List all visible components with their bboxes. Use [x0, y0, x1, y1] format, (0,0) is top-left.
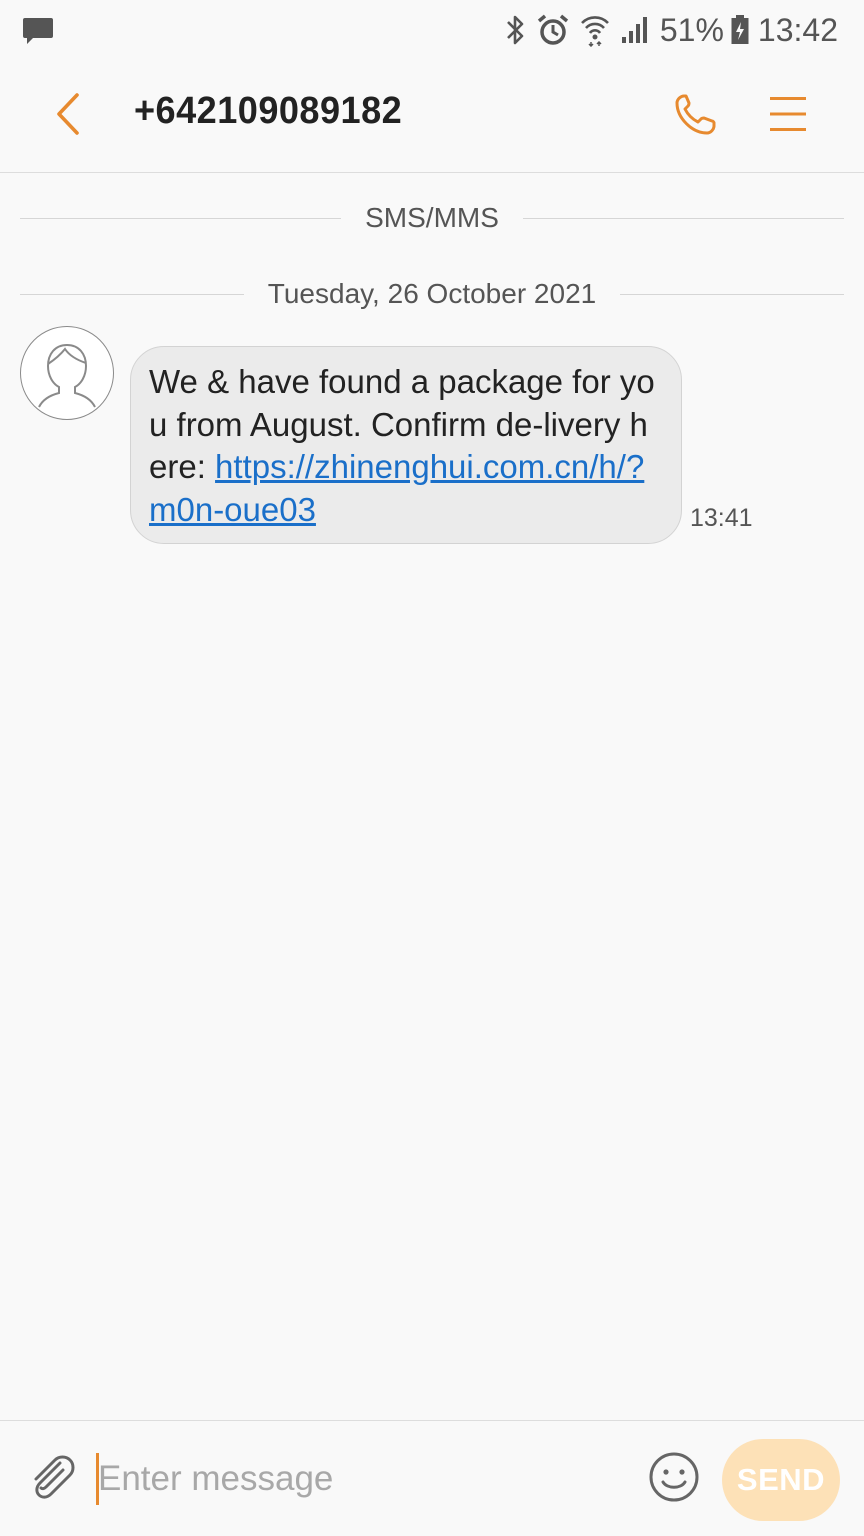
message-bubble[interactable]: We & have found a package for you from A…: [130, 346, 682, 544]
emoji-button[interactable]: [646, 1451, 702, 1507]
message-link[interactable]: https://zhinenghui.com.cn/h/?m0n-oue03: [149, 448, 644, 528]
text-cursor: [96, 1453, 99, 1505]
status-icons: 51% 13:42: [494, 10, 838, 50]
chevron-left-icon: [53, 92, 83, 141]
divider-line-left: [20, 217, 342, 219]
battery-charging-icon: [730, 14, 750, 46]
status-clock: 13:42: [757, 11, 838, 48]
attach-button[interactable]: [22, 1449, 82, 1509]
divider-line-right: [522, 217, 844, 219]
composer-bar: SEND: [0, 1420, 864, 1536]
divider-line-left: [20, 293, 244, 295]
message-notification-icon: [22, 16, 54, 51]
status-bar: 51% 13:42: [0, 0, 864, 60]
wifi-icon: [580, 13, 610, 47]
conversation-header: +642109089182: [0, 60, 864, 173]
date-divider: Tuesday, 26 October 2021: [20, 272, 844, 316]
date-label: Tuesday, 26 October 2021: [267, 278, 597, 309]
paperclip-icon: [26, 1451, 78, 1508]
alarm-icon: [536, 13, 570, 47]
message-input[interactable]: [96, 1451, 628, 1507]
contact-title: +642109089182: [134, 90, 403, 132]
battery-percent: 51%: [659, 11, 724, 48]
more-menu-button[interactable]: [760, 88, 816, 144]
back-button[interactable]: [40, 88, 96, 144]
phone-icon: [672, 90, 720, 143]
signal-icon: [620, 15, 650, 45]
message-timestamp: 13:41: [690, 504, 753, 532]
channel-divider: SMS/MMS: [20, 196, 844, 240]
default-contact-avatar-icon: [21, 344, 113, 419]
divider-line-right: [620, 293, 844, 295]
call-button[interactable]: [668, 88, 724, 144]
channel-label: SMS/MMS: [365, 202, 499, 233]
send-button[interactable]: SEND: [722, 1439, 840, 1521]
messaging-screen: 51% 13:42 +642109089182 SMS/MMS Tuesday,…: [0, 0, 864, 1536]
contact-avatar[interactable]: [20, 326, 114, 420]
message-text: We & have found a package for you from A…: [149, 361, 661, 531]
smiley-icon: [647, 1450, 701, 1509]
hamburger-menu-icon: [769, 94, 807, 139]
bluetooth-icon: [504, 13, 526, 47]
